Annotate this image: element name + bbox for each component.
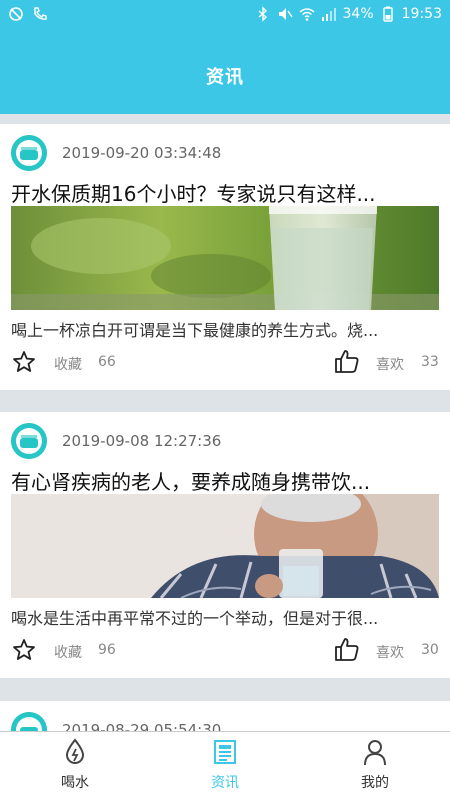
person-icon: [364, 740, 386, 766]
battery-icon: [382, 6, 393, 22]
thumbs-up-icon[interactable]: [334, 636, 360, 662]
news-card[interactable]: 2019-08-29 05:54:30: [0, 701, 450, 731]
favorite-label[interactable]: 收藏: [54, 354, 82, 374]
like-label[interactable]: 喜欢: [376, 642, 404, 662]
publish-date: 2019-09-20 03:34:48: [62, 144, 222, 162]
news-image[interactable]: [11, 206, 439, 310]
card-actions: 收藏 66 喜欢 33: [0, 350, 450, 380]
news-icon: [214, 740, 236, 764]
signal-icon: [321, 8, 336, 21]
star-icon[interactable]: [12, 638, 36, 662]
bottom-tab-bar: 喝水 资讯 我的: [0, 731, 450, 801]
call-icon: [34, 7, 47, 20]
favorite-count: 66: [98, 354, 116, 370]
news-card[interactable]: 2019-09-20 03:34:48 开水保质期16个小时？专家说只有这样..…: [0, 124, 450, 390]
avatar: [11, 712, 47, 731]
news-headline[interactable]: 开水保质期16个小时？专家说只有这样...: [11, 178, 441, 207]
mute-icon: [278, 8, 293, 20]
clock: 19:53: [401, 6, 442, 22]
app-header: 34% 19:53 资讯: [0, 0, 450, 114]
tab-news[interactable]: 资讯: [150, 732, 300, 801]
status-bar: 34% 19:53: [0, 0, 450, 30]
mask-avatar-icon: [11, 135, 47, 171]
favorite-label[interactable]: 收藏: [54, 642, 82, 662]
elderly-man-drinking-image: [11, 494, 439, 598]
card-actions: 收藏 96 喜欢 30: [0, 638, 450, 668]
no-sync-icon: [9, 7, 23, 21]
news-headline[interactable]: 有心肾疾病的老人，要养成随身携带饮...: [11, 466, 441, 495]
news-summary: 喝上一杯凉白开可谓是当下最健康的养生方式。烧...: [11, 321, 379, 340]
news-image[interactable]: [11, 494, 439, 598]
news-summary: 喝水是生活中再平常不过的一个举动，但是对于很...: [11, 609, 379, 628]
news-card[interactable]: 2019-09-08 12:27:36 有心肾疾病的老人，要养成随身携带饮...…: [0, 412, 450, 678]
thumbs-up-icon[interactable]: [334, 348, 360, 374]
publish-date: 2019-08-29 05:54:30: [62, 721, 222, 731]
wifi-icon: [299, 8, 314, 21]
avatar: [11, 423, 47, 459]
star-icon[interactable]: [12, 350, 36, 374]
battery-percent: 34%: [342, 6, 374, 22]
water-drop-icon: [65, 738, 85, 764]
favorite-count: 96: [98, 642, 116, 658]
tab-water-label: 喝水: [61, 775, 89, 791]
tab-water[interactable]: 喝水: [0, 732, 150, 801]
mask-avatar-icon: [11, 712, 47, 731]
tab-news-label: 资讯: [211, 775, 239, 791]
like-label[interactable]: 喜欢: [376, 354, 404, 374]
like-count: 33: [421, 354, 439, 370]
like-count: 30: [421, 642, 439, 658]
avatar: [11, 135, 47, 171]
bluetooth-icon: [258, 6, 267, 22]
publish-date: 2019-09-08 12:27:36: [62, 432, 222, 450]
tab-profile-label: 我的: [361, 775, 389, 791]
page-title: 资讯: [206, 67, 244, 88]
tab-profile[interactable]: 我的: [300, 732, 450, 801]
mask-avatar-icon: [11, 423, 47, 459]
water-glass-image: [11, 206, 439, 310]
